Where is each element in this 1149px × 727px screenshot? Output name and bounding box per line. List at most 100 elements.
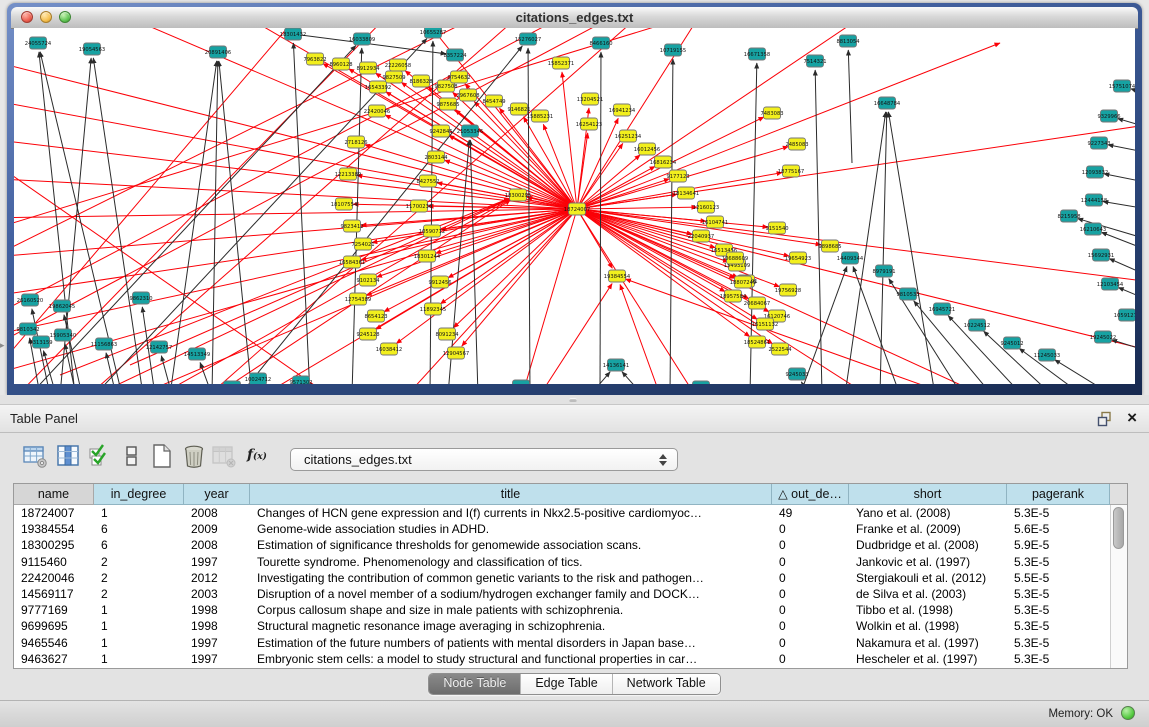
table-row[interactable]: 1830029562008Estimation of significance … — [14, 537, 1127, 553]
network-node[interactable]: 9102134 — [356, 274, 380, 286]
network-edge[interactable] — [622, 372, 648, 384]
network-node[interactable]: 12213389 — [335, 168, 361, 180]
table-row[interactable]: 946362711997Embryonic stem cells: a mode… — [14, 651, 1127, 667]
network-node[interactable]: 14513349 — [184, 348, 210, 360]
network-edge[interactable] — [200, 362, 212, 384]
network-edge[interactable] — [577, 207, 697, 209]
network-node[interactable]: 16816234 — [650, 156, 677, 168]
table-mode-icon[interactable] — [22, 443, 48, 469]
network-node[interactable]: 11245033 — [1034, 349, 1060, 361]
network-node[interactable]: 9329966 — [1097, 110, 1120, 122]
network-node[interactable]: 16210643 — [1080, 223, 1106, 235]
network-node[interactable]: 17334263 — [688, 381, 714, 384]
network-node[interactable]: 12142757 — [146, 341, 172, 353]
network-node[interactable]: 14409344 — [837, 252, 864, 264]
panel-splitter[interactable] — [0, 395, 1149, 404]
network-node[interactable]: 10590712 — [419, 225, 445, 237]
network-node[interactable]: 18301244 — [414, 250, 441, 262]
column-header-pagerank[interactable]: pagerank — [1007, 484, 1110, 505]
network-node[interactable]: 16945721 — [929, 303, 955, 315]
network-node[interactable]: 8912934 — [356, 62, 380, 74]
network-node[interactable]: 16251234 — [615, 130, 642, 142]
network-edge[interactable] — [801, 382, 812, 384]
network-node[interactable]: 20891406 — [205, 46, 231, 58]
network-node[interactable]: 8979191 — [872, 265, 895, 277]
network-node[interactable]: 9898685 — [818, 240, 841, 252]
network-node[interactable]: 2967608 — [456, 89, 479, 101]
network-node[interactable]: 10719155 — [660, 44, 686, 56]
network-edge[interactable] — [562, 72, 577, 209]
network-node[interactable]: 10655287 — [420, 28, 446, 38]
network-edge[interactable] — [1118, 287, 1135, 305]
network-edge[interactable] — [577, 43, 1000, 209]
network-node[interactable]: 18524861 — [744, 336, 770, 348]
network-node[interactable]: 8091234 — [435, 328, 459, 340]
network-node[interactable]: 19384554 — [604, 270, 631, 282]
network-view-canvas[interactable]: 2405572419054563208914061830143216033809… — [14, 28, 1135, 384]
network-node[interactable]: 8960128 — [329, 58, 352, 70]
network-edge[interactable] — [1131, 89, 1135, 98]
collapse-arrow-icon[interactable]: ▸ — [0, 340, 5, 351]
network-node[interactable]: 16038412 — [376, 343, 402, 355]
network-node[interactable]: 7254021 — [351, 238, 374, 250]
network-edge[interactable] — [170, 61, 217, 384]
close-panel-icon[interactable]: × — [1127, 408, 1137, 428]
network-node[interactable]: 19054563 — [79, 43, 105, 55]
tab-node-table[interactable]: Node Table — [429, 674, 521, 694]
network-node[interactable]: 19756928 — [775, 284, 801, 296]
network-node[interactable]: 2485083 — [785, 138, 808, 150]
network-node[interactable]: 10591276 — [1114, 309, 1135, 321]
network-edge[interactable] — [1104, 174, 1135, 185]
network-node[interactable]: 9810533 — [896, 288, 919, 300]
network-node[interactable]: 11892345 — [420, 303, 446, 315]
function-builder-icon[interactable]: f(x) — [247, 447, 267, 463]
network-node[interactable]: 16584361 — [339, 256, 365, 268]
network-node[interactable]: 16254123 — [576, 118, 602, 130]
network-node[interactable]: 24055724 — [25, 37, 52, 49]
network-node[interactable]: 9875685 — [436, 98, 459, 110]
table-row[interactable]: 1456911722003Disruption of a novel membe… — [14, 586, 1127, 602]
network-edge[interactable] — [848, 50, 852, 163]
table-row[interactable]: 911546021997Tourette syndrome. Phenomeno… — [14, 554, 1127, 570]
network-node[interactable]: 16033809 — [349, 33, 375, 45]
network-node[interactable]: 8454749 — [482, 95, 505, 107]
network-node[interactable]: 21053346 — [457, 125, 483, 137]
network-node[interactable]: 18134641 — [673, 187, 699, 199]
network-node[interactable]: 9754632 — [447, 71, 470, 83]
column-header-year[interactable]: year — [184, 484, 250, 505]
network-edge[interactable] — [377, 209, 577, 277]
network-node[interactable]: 2522544 — [768, 343, 792, 355]
column-header-out_de[interactable]: △ out_de… — [772, 484, 849, 505]
network-node[interactable]: 12904567 — [443, 347, 469, 359]
network-node[interactable]: 7963822 — [303, 53, 326, 65]
network-node[interactable]: 8215958 — [1057, 210, 1080, 222]
network-node[interactable]: 10224512 — [964, 319, 990, 331]
select-all-checks-icon[interactable] — [87, 443, 113, 469]
network-node[interactable]: 2803144 — [424, 151, 448, 163]
network-node[interactable]: 9912456 — [428, 276, 451, 288]
network-node[interactable]: 9245033 — [785, 368, 808, 380]
network-edge[interactable] — [888, 112, 935, 384]
network-node[interactable]: 12160123 — [693, 201, 719, 213]
network-node[interactable]: 16671358 — [744, 48, 770, 60]
network-edge[interactable] — [577, 209, 1135, 353]
table-row[interactable]: 1872400712008Changes of HCN gene express… — [14, 505, 1127, 521]
network-node[interactable]: 12093832 — [1082, 166, 1108, 178]
network-edge[interactable] — [219, 61, 252, 384]
show-columns-icon[interactable] — [55, 443, 81, 469]
column-header-title[interactable]: title — [250, 484, 772, 505]
network-node[interactable]: 18107554 — [331, 198, 358, 210]
network-edge[interactable] — [585, 372, 610, 384]
network-node[interactable]: 7483083 — [760, 107, 783, 119]
network-node[interactable]: 13204521 — [577, 93, 603, 105]
network-table-select[interactable]: citations_edges.txt — [290, 448, 678, 471]
network-node[interactable]: 9245128 — [356, 328, 379, 340]
table-row[interactable]: 977716911998Corpus callosum shape and si… — [14, 602, 1127, 618]
network-node[interactable]: 19862045 — [49, 300, 75, 312]
vertical-scrollbar[interactable] — [1110, 505, 1127, 668]
column-header-short[interactable]: short — [849, 484, 1007, 505]
network-edge[interactable] — [212, 61, 218, 384]
network-node[interactable]: 9151540 — [765, 222, 788, 234]
network-node[interactable]: 8427552 — [416, 175, 439, 187]
network-node[interactable]: 26160520 — [17, 294, 43, 306]
